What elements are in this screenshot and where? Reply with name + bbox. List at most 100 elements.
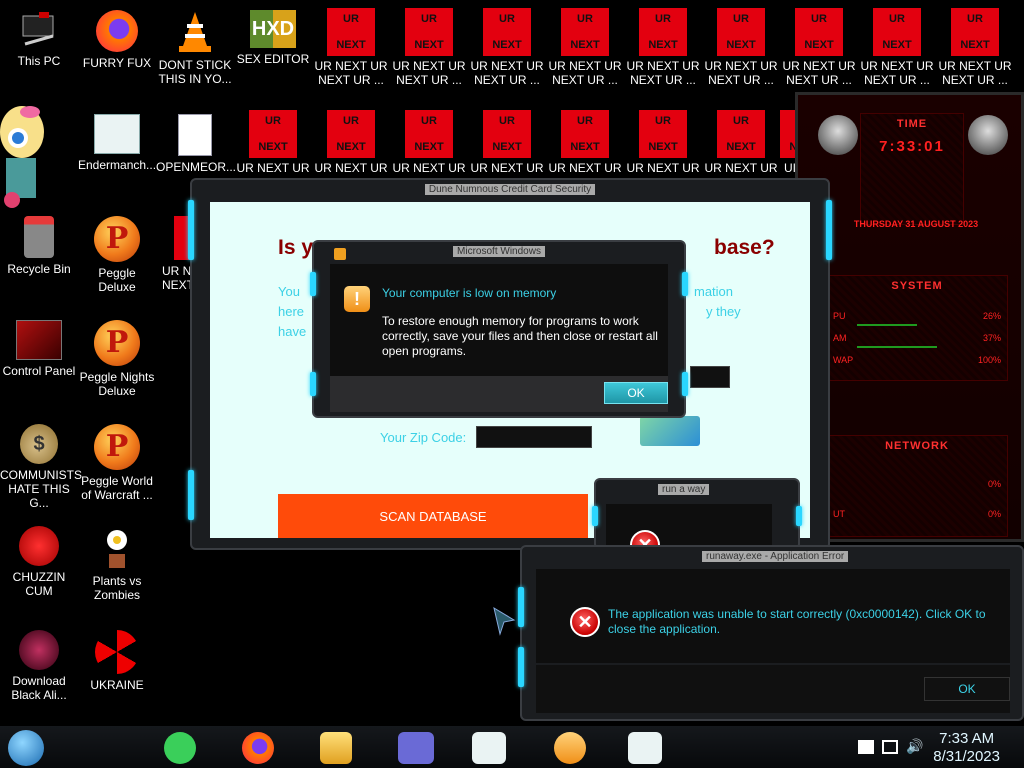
- desktop-icon-ur-next[interactable]: UR NEXT UR NEXT UR NEXT UR ...: [312, 4, 390, 87]
- icon-label: Endermanch...: [78, 158, 157, 172]
- credit-card-app-taskbar-icon[interactable]: [398, 732, 434, 764]
- swap-value: 100%: [977, 355, 1001, 365]
- desktop-icon-peggle-deluxe[interactable]: P Peggle Deluxe: [78, 210, 156, 294]
- ur-bottom-text: NEXT: [804, 39, 834, 51]
- alien-head-icon: [968, 115, 1008, 155]
- ur-bottom-text: NEXT: [726, 141, 756, 153]
- cc-text-left-1: You: [278, 284, 300, 299]
- desktop-icon-download-black[interactable]: Download Black Ali...: [0, 624, 78, 702]
- computer-icon: [19, 10, 59, 50]
- ur-top-text: UR: [733, 13, 749, 25]
- window-app-taskbar-icon[interactable]: [472, 732, 506, 764]
- dialog-titlebar[interactable]: run a way: [596, 480, 798, 500]
- desktop-icon-communists[interactable]: $ COMMUNISTS HATE THIS G...: [0, 418, 82, 510]
- ur-bottom-text: NEXT: [414, 141, 444, 153]
- desktop-icon-openmeor[interactable]: OPENMEOR...: [156, 108, 236, 174]
- desktop-icon-ur-next[interactable]: UR NEXT UR NEXT UR NEXT UR ...: [702, 4, 780, 87]
- start-button[interactable]: [8, 730, 44, 766]
- chuzzle-icon: [19, 526, 59, 566]
- icon-label: Download Black Ali...: [11, 674, 67, 702]
- icon-label: UR NEXT UR: [782, 59, 856, 73]
- icon-label: Peggle Nights Deluxe: [79, 370, 155, 398]
- firefox-taskbar-icon[interactable]: [242, 732, 274, 764]
- cc-input-partial[interactable]: [690, 366, 730, 388]
- network-panel: NETWORK 0% UT 0%: [826, 435, 1008, 537]
- ur-top-text: UR: [655, 115, 671, 127]
- desktop-icon-ur-next[interactable]: UR NEXT UR NEXT UR: [468, 106, 546, 175]
- ur-bottom-text: NEXT: [960, 39, 990, 51]
- dialog-titlebar[interactable]: Microsoft Windows: [314, 242, 684, 262]
- desktop-icon-endermanch[interactable]: Endermanch...: [78, 108, 156, 172]
- desktop-icon-ur-next[interactable]: UR NEXT UR NEXT UR: [312, 106, 390, 175]
- desktop-icon-control-panel[interactable]: Control Panel: [0, 314, 78, 378]
- tray-flag-icon[interactable]: [858, 740, 874, 754]
- clock-time: 7:33 AM: [939, 730, 995, 747]
- ur-top-text: UR: [499, 13, 515, 25]
- desktop-icon-chuzzin[interactable]: CHUZZIN CUM: [0, 520, 78, 598]
- ram-value: 37%: [982, 333, 1001, 343]
- window-titlebar[interactable]: Dune Numnous Credit Card Security: [192, 180, 828, 200]
- icon-label: DONT STICK THIS IN YO...: [158, 58, 232, 86]
- desktop-icon-peggle-nights[interactable]: P Peggle Nights Deluxe: [78, 314, 156, 398]
- desktop-icon-plants-vs-zombies[interactable]: Plants vs Zombies: [78, 520, 156, 602]
- ur-top-text: UR: [655, 13, 671, 25]
- icon-label: UR NEXT UR: [548, 161, 622, 175]
- desktop-icon-ur-next[interactable]: UR NEXT UR NEXT UR NEXT UR ...: [858, 4, 936, 87]
- ok-button[interactable]: OK: [924, 677, 1010, 701]
- desktop-icon-ur-next[interactable]: UR NEXT UR NEXT UR NEXT UR ...: [936, 4, 1014, 87]
- ur-next-icon: UR NEXT: [873, 8, 921, 56]
- ur-bottom-text: NEXT: [492, 39, 522, 51]
- star-character-image: [0, 100, 60, 220]
- peggle-wow-icon: P: [94, 424, 140, 470]
- scan-database-button[interactable]: SCAN DATABASE: [278, 494, 588, 538]
- desktop-icon-ur-next[interactable]: UR NEXT UR NEXT UR: [702, 106, 780, 175]
- desktop-icon-ur-next[interactable]: UR NEXT UR NEXT UR NEXT UR ...: [468, 4, 546, 87]
- desktop-icon-ur-next[interactable]: UR NEXT UR NEXT UR: [624, 106, 702, 175]
- net-out-label: UT: [833, 509, 845, 519]
- time-readout: 7:33:01: [879, 138, 945, 155]
- window-app-icon: [94, 114, 140, 154]
- file-explorer-taskbar-icon[interactable]: [320, 732, 352, 764]
- chat-app-taskbar-icon[interactable]: [164, 732, 196, 764]
- icon-label: FURRY FUX: [82, 56, 152, 70]
- mouse-cursor: [492, 606, 516, 636]
- desktop-icon-furry-fux[interactable]: FURRY FUX: [78, 4, 156, 70]
- desktop-icon-ur-next[interactable]: UR NEXT UR NEXT UR: [234, 106, 312, 175]
- desktop-icon-recycle-bin[interactable]: Recycle Bin: [0, 210, 78, 276]
- desktop-icon-peggle-wow[interactable]: P Peggle World of Warcraft ...: [78, 418, 156, 502]
- desktop-icon-ur-next[interactable]: UR NEXT UR NEXT UR NEXT UR ...: [780, 4, 858, 87]
- flower-pot-icon: [97, 526, 137, 570]
- warning-taskbar-icon[interactable]: [554, 732, 586, 764]
- desktop-icon-ur-next[interactable]: UR NEXT UR NEXT UR NEXT UR ...: [624, 4, 702, 87]
- icon-label: UR NEXT UR: [704, 161, 778, 175]
- desktop-icon-sex-editor[interactable]: HXD SEX EDITOR: [234, 4, 312, 66]
- taskbar-clock[interactable]: 7:33 AM 8/31/2023: [933, 730, 1000, 766]
- ur-bottom-text: NEXT: [258, 141, 288, 153]
- desktop-icon-ukraine[interactable]: UKRAINE: [78, 624, 156, 692]
- ur-bottom-text: NEXT: [492, 141, 522, 153]
- desktop-icon-ur-next[interactable]: UR NEXT UR NEXT UR: [546, 106, 624, 175]
- desktop-icon-ur-next[interactable]: UR NEXT UR NEXT UR NEXT UR ...: [390, 4, 468, 87]
- window-app-taskbar-icon-2[interactable]: [628, 732, 662, 764]
- dialog-titlebar[interactable]: runaway.exe - Application Error: [522, 547, 1022, 567]
- ur-bottom-text: NEXT: [336, 39, 366, 51]
- tray-network-icon[interactable]: [882, 740, 898, 754]
- icon-label: UR NEXT UR: [626, 161, 700, 175]
- icon-label: Peggle Deluxe: [98, 266, 136, 294]
- system-panel: SYSTEM PU 26% AM 37% WAP 100%: [826, 275, 1008, 381]
- desktop-icon-ur-next[interactable]: UR NEXT UR NEXT UR NEXT UR ...: [546, 4, 624, 87]
- icon-label: Control Panel: [2, 364, 76, 378]
- desktop-icon-this-pc[interactable]: This PC: [0, 4, 78, 68]
- desktop-icon-ur-next[interactable]: UR NEXT UR NEXT UR: [390, 106, 468, 175]
- dialog-title: run a way: [658, 484, 710, 495]
- cc-text-left-3: have: [278, 324, 307, 339]
- ur-top-text: UR: [733, 115, 749, 127]
- ok-button[interactable]: OK: [604, 382, 668, 404]
- peggle-nights-icon: P: [94, 320, 140, 366]
- ur-next-icon: UR NEXT: [483, 110, 531, 158]
- icon-label: COMMUNISTS HATE THIS G...: [0, 468, 82, 510]
- desktop-icon-dont-stick[interactable]: DONT STICK THIS IN YO...: [156, 4, 234, 86]
- zip-input[interactable]: [476, 426, 592, 448]
- hxd-icon: HXD: [250, 10, 296, 48]
- tray-volume-icon[interactable]: 🔊: [906, 738, 923, 755]
